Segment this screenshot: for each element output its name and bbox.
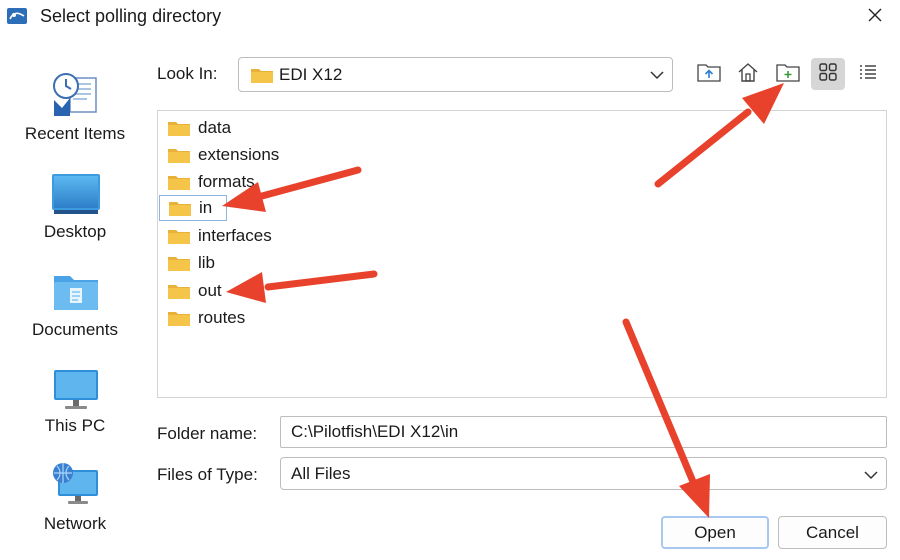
up-one-level-icon xyxy=(697,62,721,87)
folder-name-label: Folder name: xyxy=(157,424,258,443)
folder-icon xyxy=(168,120,190,141)
look-in-combobox[interactable]: EDI X12 xyxy=(238,57,673,92)
details-view-button[interactable] xyxy=(851,58,885,90)
network-globe-icon xyxy=(50,462,102,512)
folder-icon xyxy=(168,174,190,195)
close-button[interactable] xyxy=(850,0,900,34)
place-this-pc[interactable]: This PC xyxy=(0,368,150,458)
close-icon xyxy=(867,7,883,28)
home-button[interactable] xyxy=(731,58,765,90)
place-label: Network xyxy=(43,514,107,533)
folder-item[interactable]: formats xyxy=(158,169,298,195)
chevron-down-icon xyxy=(649,68,665,86)
cancel-button[interactable]: Cancel xyxy=(778,516,887,549)
app-logo-icon xyxy=(6,6,28,26)
list-view-button[interactable] xyxy=(811,58,845,90)
folder-icon xyxy=(168,310,190,331)
folder-item[interactable]: lib xyxy=(158,250,258,276)
recent-items-icon xyxy=(50,70,102,120)
folder-name: routes xyxy=(198,308,246,327)
place-desktop[interactable]: Desktop xyxy=(0,172,150,262)
documents-folder-icon xyxy=(50,270,102,320)
window-title: Select polling directory xyxy=(40,6,222,26)
folder-item[interactable]: routes xyxy=(158,305,278,331)
files-of-type-value: All Files xyxy=(291,464,351,483)
new-folder-button[interactable] xyxy=(771,58,805,90)
folder-icon xyxy=(168,283,190,304)
folder-icon xyxy=(168,228,190,249)
folder-name: interfaces xyxy=(198,226,272,245)
title-bar: Select polling directory xyxy=(0,0,900,34)
place-label: Recent Items xyxy=(24,124,126,143)
up-one-level-button[interactable] xyxy=(692,58,726,90)
folder-icon xyxy=(251,67,273,88)
folder-item[interactable]: out xyxy=(158,278,258,304)
place-label: Documents xyxy=(32,320,118,339)
list-grid-view-icon xyxy=(818,62,838,87)
folder-icon xyxy=(168,147,190,168)
folder-item[interactable]: data xyxy=(158,115,278,141)
new-folder-icon xyxy=(776,62,800,87)
places-sidebar: Recent Items Desktop Documents This PC N… xyxy=(0,60,150,540)
place-label: Desktop xyxy=(43,222,107,241)
details-view-icon xyxy=(858,63,878,86)
folder-name-input[interactable] xyxy=(280,416,887,448)
file-list[interactable]: data extensions formats in interfaces li… xyxy=(157,110,887,398)
folder-name: out xyxy=(198,281,222,300)
open-button[interactable]: Open xyxy=(661,516,769,549)
computer-monitor-icon xyxy=(50,368,102,418)
folder-icon xyxy=(168,255,190,276)
look-in-value: EDI X12 xyxy=(279,65,343,84)
folder-name: formats xyxy=(198,172,255,191)
folder-name: extensions xyxy=(198,145,280,164)
files-of-type-label: Files of Type: xyxy=(157,465,258,484)
folder-name: in xyxy=(199,198,213,217)
folder-name: lib xyxy=(198,253,216,272)
place-recent-items[interactable]: Recent Items xyxy=(0,70,150,160)
look-in-label: Look In: xyxy=(157,64,218,83)
desktop-icon xyxy=(50,172,102,222)
folder-item-selected[interactable]: in xyxy=(159,195,227,221)
place-network[interactable]: Network xyxy=(0,462,150,552)
files-of-type-combobox[interactable]: All Files xyxy=(280,457,887,490)
place-documents[interactable]: Documents xyxy=(0,270,150,360)
home-icon xyxy=(737,62,759,87)
folder-name: data xyxy=(198,118,232,137)
folder-icon xyxy=(169,200,191,221)
folder-item[interactable]: interfaces xyxy=(158,223,318,249)
place-label: This PC xyxy=(44,416,106,435)
folder-item[interactable]: extensions xyxy=(158,142,318,168)
chevron-down-icon xyxy=(863,468,879,486)
